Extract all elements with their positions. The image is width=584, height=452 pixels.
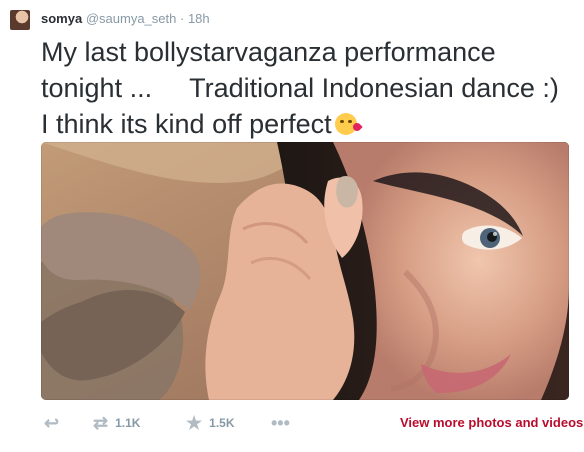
author-name[interactable]: somya — [41, 11, 82, 26]
more-actions-button[interactable]: ••• — [271, 413, 290, 433]
tweet-text: My last bollystarvaganza performance ton… — [41, 34, 571, 142]
header-separator: · — [179, 11, 185, 26]
retweet-count: 1.1K — [115, 416, 141, 430]
reply-arrow-icon: ↩ — [44, 413, 60, 433]
tweet-time[interactable]: 18h — [188, 11, 210, 26]
tweet-text-content: My last bollystarvaganza performance ton… — [41, 37, 567, 139]
retweet-button[interactable]: ⇄ 1.1K — [93, 413, 140, 433]
star-icon: ★ — [186, 413, 203, 433]
more-dots-icon: ••• — [271, 413, 290, 433]
tweet-header: somya @saumya_seth · 18h — [41, 11, 210, 27]
author-handle[interactable]: @saumya_seth — [86, 11, 177, 26]
profile-picture[interactable] — [10, 10, 30, 30]
view-more-link[interactable]: View more photos and videos — [400, 414, 583, 432]
tweet-actions: ↩ ⇄ 1.1K ★ 1.5K ••• View more photos and… — [41, 413, 583, 433]
favorite-button[interactable]: ★ 1.5K — [186, 413, 235, 433]
tweet-photo[interactable] — [41, 142, 569, 400]
kissing-face-emoji-icon — [334, 113, 357, 135]
retweet-icon: ⇄ — [93, 413, 109, 433]
reply-button[interactable]: ↩ — [44, 413, 59, 433]
tweet-card: somya @saumya_seth · 18h My last bollyst… — [0, 0, 584, 452]
selfie-photo-icon — [41, 142, 569, 400]
favorite-count: 1.5K — [209, 416, 235, 430]
